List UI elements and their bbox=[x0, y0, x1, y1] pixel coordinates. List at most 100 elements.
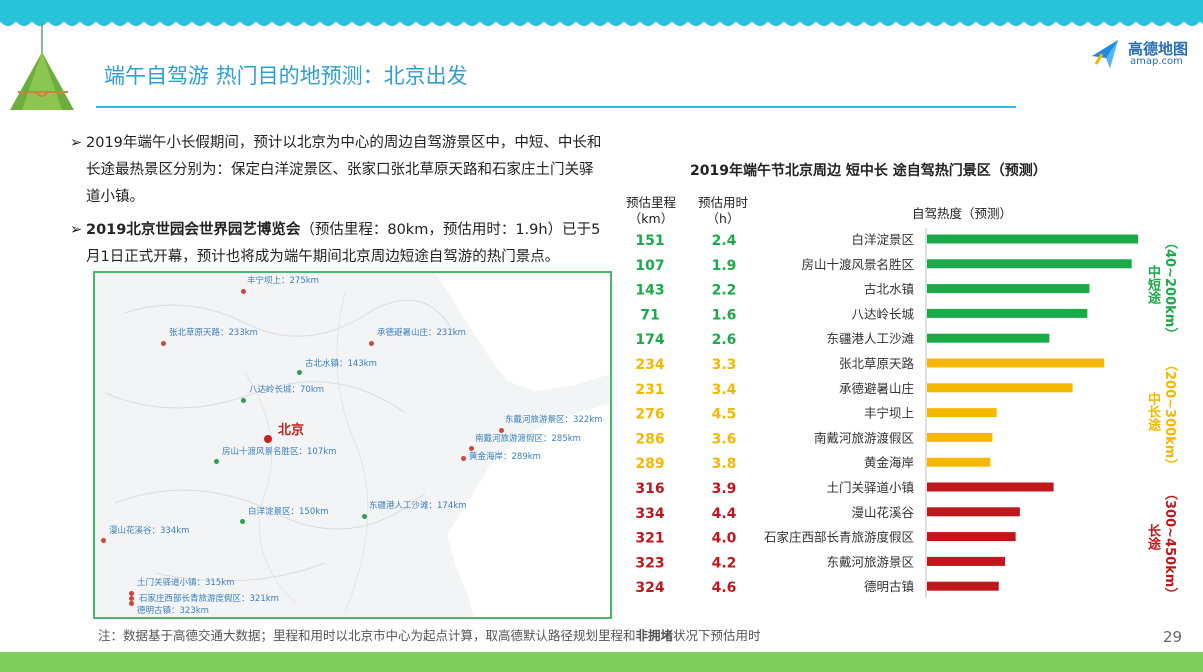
category-label: 东戴河旅游景区 bbox=[826, 554, 914, 569]
beijing-label: 北京 bbox=[278, 423, 305, 438]
bar[interactable] bbox=[927, 556, 1006, 566]
bullet-item-2: ➢ 2019北京世园会世界园艺博览会（预估里程：80km，预估用时：1.9h）已… bbox=[70, 217, 605, 271]
map-pin-label: 石家庄西部长青旅游度假区：321km bbox=[139, 594, 279, 604]
map-pin[interactable] bbox=[297, 370, 302, 375]
footnote-suffix: 状况下预估用时 bbox=[673, 628, 761, 643]
bullet-text: 2019年端午小长假期间，预计以北京为中心的周边自驾游景区中，中短、中长和长途最… bbox=[86, 135, 602, 205]
footnote-prefix: 注：数据基于高德交通大数据；里程和用时以北京市中心为起点计算，取高德默认路径规划… bbox=[98, 628, 636, 643]
time-value: 4.6 bbox=[712, 580, 737, 596]
map-pin[interactable] bbox=[214, 459, 219, 464]
category-label: 承德避暑山庄 bbox=[839, 381, 914, 396]
distance-column-header: 预估里程 （km） bbox=[620, 195, 682, 227]
map-pin-label: 南戴河旅游渡假区：285km bbox=[475, 434, 581, 444]
distance-header-unit: （km） bbox=[628, 211, 674, 226]
map-pin-label: 承德避暑山庄：231km bbox=[377, 328, 466, 338]
top-banner-scallop bbox=[0, 18, 1203, 26]
bar[interactable] bbox=[927, 482, 1054, 492]
bar[interactable] bbox=[927, 408, 997, 418]
distance-value: 316 bbox=[635, 481, 664, 497]
map-pin[interactable] bbox=[369, 341, 374, 346]
bullet-bold-text: 2019北京世园会世界园艺博览会 bbox=[86, 222, 301, 238]
category-label: 房山十渡风景名胜区 bbox=[801, 257, 914, 272]
bar[interactable] bbox=[927, 532, 1016, 542]
distance-value: 286 bbox=[635, 431, 664, 447]
distance-value: 334 bbox=[635, 506, 664, 522]
bullet-marker: ➢ bbox=[70, 135, 83, 151]
bar[interactable] bbox=[927, 507, 1020, 517]
map-pin[interactable] bbox=[241, 398, 246, 403]
time-value: 1.9 bbox=[712, 258, 737, 274]
time-value: 4.4 bbox=[712, 506, 737, 522]
map-pin-label: 房山十渡风景名胜区：107km bbox=[222, 447, 337, 457]
map-pin[interactable] bbox=[161, 341, 166, 346]
distance-value: 71 bbox=[640, 307, 659, 323]
distance-value: 276 bbox=[635, 407, 664, 423]
category-label: 东疆港人工沙滩 bbox=[826, 331, 914, 346]
map-pin-label: 丰宁坝上：275km bbox=[247, 276, 319, 286]
distance-value: 107 bbox=[635, 258, 664, 274]
map-pin-label: 东戴河旅游景区：322km bbox=[505, 415, 603, 425]
category-label: 土门关驿道小镇 bbox=[826, 480, 914, 495]
distance-value: 323 bbox=[635, 555, 664, 571]
map-pin[interactable] bbox=[240, 519, 245, 524]
logo-text-en: amap.com bbox=[1130, 56, 1183, 67]
distance-value: 321 bbox=[635, 531, 664, 547]
time-header-unit: （h） bbox=[706, 211, 740, 226]
map-terrain bbox=[104, 273, 610, 617]
footnote-bold: 非拥堵 bbox=[635, 628, 674, 643]
bar[interactable] bbox=[927, 333, 1050, 343]
title-divider bbox=[96, 106, 1016, 108]
distance-value: 143 bbox=[635, 283, 664, 299]
time-value: 4.5 bbox=[712, 407, 737, 423]
map-pin[interactable] bbox=[129, 601, 134, 606]
bottom-banner bbox=[0, 652, 1203, 672]
map-pin-label: 土门关驿道小镇：315km bbox=[137, 578, 235, 588]
map-pin[interactable] bbox=[101, 538, 106, 543]
map-pin-label: 东疆港人工沙滩：174km bbox=[369, 501, 467, 511]
time-value: 4.2 bbox=[712, 555, 737, 571]
time-column-header: 预估用时 （h） bbox=[692, 195, 754, 227]
distance-value: 234 bbox=[635, 357, 664, 373]
page-title: 端午自驾游 热门目的地预测：北京出发 bbox=[104, 64, 468, 88]
page-number: 29 bbox=[1163, 628, 1183, 646]
category-label: 石家庄西部长青旅游度假区 bbox=[764, 530, 914, 545]
chart-title: 2019年端午节北京周边 短中长 途自驾热门景区（预测） bbox=[690, 163, 1047, 179]
distance-value: 289 bbox=[635, 456, 664, 472]
bar[interactable] bbox=[927, 358, 1105, 368]
time-value: 3.3 bbox=[712, 357, 737, 373]
bar[interactable] bbox=[927, 432, 993, 442]
bar[interactable] bbox=[927, 383, 1073, 393]
bar[interactable] bbox=[927, 234, 1138, 244]
time-value: 3.8 bbox=[712, 456, 737, 472]
destination-map[interactable]: 北京 丰宁坝上：275km 张北草原天路：233km 承德避暑山庄：231km 古北水… bbox=[93, 271, 612, 619]
category-label: 张北草原天路 bbox=[839, 356, 915, 371]
group-range-short: （40~200km） bbox=[1162, 236, 1177, 341]
category-label: 古北水镇 bbox=[864, 282, 914, 297]
time-value: 1.6 bbox=[712, 307, 737, 323]
bar[interactable] bbox=[927, 581, 999, 591]
category-label: 八达岭长城 bbox=[851, 306, 914, 321]
map-pin[interactable] bbox=[461, 456, 466, 461]
category-label: 黄金海岸 bbox=[864, 455, 914, 470]
bullet-item-1: ➢ 2019年端午小长假期间，预计以北京为中心的周边自驾游景区中，中短、中长和长… bbox=[70, 130, 605, 211]
bar[interactable] bbox=[927, 259, 1132, 269]
bullet-text-wrapper: 2019北京世园会世界园艺博览会（预估里程：80km，预估用时：1.9h）已于5… bbox=[70, 217, 605, 271]
map-pin-label: 张北草原天路：233km bbox=[169, 328, 258, 338]
bar[interactable] bbox=[927, 308, 1088, 318]
map-pin[interactable] bbox=[241, 289, 246, 294]
map-pin-label: 古北水镇：143km bbox=[305, 359, 377, 369]
distance-value: 151 bbox=[635, 233, 664, 249]
heat-axis-label: 自驾热度（预测） bbox=[912, 206, 1013, 221]
time-value: 3.6 bbox=[712, 431, 737, 447]
category-label: 丰宁坝上 bbox=[864, 406, 914, 421]
beijing-marker[interactable] bbox=[264, 435, 272, 443]
group-range-medium: （200~300km） bbox=[1162, 358, 1177, 472]
map-pin[interactable] bbox=[362, 514, 367, 519]
bar[interactable] bbox=[927, 284, 1090, 294]
time-value: 3.9 bbox=[712, 481, 737, 497]
category-label: 漫山花溪谷 bbox=[851, 505, 914, 520]
map-pin-label: 黄金海岸：289km bbox=[469, 452, 541, 462]
bar[interactable] bbox=[927, 457, 991, 467]
map-pin-label: 漫山花溪谷：334km bbox=[109, 526, 190, 536]
map-pin-label: 白洋淀景区：150km bbox=[248, 507, 329, 517]
